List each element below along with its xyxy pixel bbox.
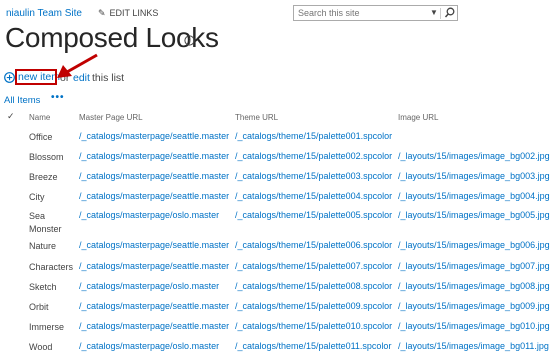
cell-master-page-url[interactable]: /_catalogs/masterpage/seattle.master (79, 131, 229, 141)
cell-theme-url[interactable]: /_catalogs/theme/15/palette002.spcolor (235, 151, 392, 161)
cell-master-page-url[interactable]: /_catalogs/masterpage/seattle.master (79, 191, 229, 201)
cell-image-url[interactable]: /_layouts/15/images/image_bg004.jpg (398, 191, 550, 201)
search-scope-dropdown-icon[interactable]: ▼ (430, 8, 438, 17)
plus-circle-icon[interactable] (4, 72, 15, 83)
view-all-items-tab[interactable]: All Items (4, 95, 40, 106)
cell-theme-url[interactable]: /_catalogs/theme/15/palette005.spcolor (235, 210, 392, 220)
cell-image-url[interactable]: /_layouts/15/images/image_bg006.jpg (398, 240, 550, 250)
cell-theme-url[interactable]: /_catalogs/theme/15/palette008.spcolor (235, 281, 392, 291)
cell-image-url[interactable]: /_layouts/15/images/image_bg005.jpg (398, 210, 550, 220)
cell-master-page-url[interactable]: /_catalogs/masterpage/seattle.master (79, 301, 229, 311)
edit-links-button[interactable]: ✎ EDIT LINKS (98, 8, 158, 19)
search-icon[interactable] (444, 6, 456, 20)
cell-image-url[interactable]: /_layouts/15/images/image_bg002.jpg (398, 151, 550, 161)
site-title-link[interactable]: niaulin Team Site (6, 8, 82, 19)
info-icon[interactable] (184, 35, 195, 46)
cell-master-page-url[interactable]: /_catalogs/masterpage/oslo.master (79, 210, 219, 220)
cell-name[interactable]: Breeze (29, 171, 79, 184)
column-header-theme-url[interactable]: Theme URL (235, 113, 278, 122)
cell-image-url[interactable]: /_layouts/15/images/image_bg010.jpg (398, 321, 550, 331)
cell-theme-url[interactable]: /_catalogs/theme/15/palette006.spcolor (235, 240, 392, 250)
cell-image-url[interactable]: /_layouts/15/images/image_bg007.jpg (398, 261, 550, 271)
cell-name[interactable]: Immerse (29, 321, 79, 334)
edit-links-label: EDIT LINKS (109, 8, 159, 18)
column-header-master-page-url[interactable]: Master Page URL (79, 113, 143, 122)
cell-name[interactable]: Office (29, 131, 79, 144)
cell-theme-url[interactable]: /_catalogs/theme/15/palette007.spcolor (235, 261, 392, 271)
cell-name[interactable]: Nature (29, 240, 79, 253)
cell-name[interactable]: City (29, 191, 79, 204)
cell-image-url[interactable]: /_layouts/15/images/image_bg003.jpg (398, 171, 550, 181)
new-item-highlight-box (15, 69, 57, 85)
cell-theme-url[interactable]: /_catalogs/theme/15/palette011.spcolor (235, 341, 391, 351)
cell-name[interactable]: Blossom (29, 151, 79, 164)
cell-image-url[interactable]: /_layouts/15/images/image_bg009.jpg (398, 301, 550, 311)
cell-theme-url[interactable]: /_catalogs/theme/15/palette009.spcolor (235, 301, 392, 311)
cell-theme-url[interactable]: /_catalogs/theme/15/palette004.spcolor (235, 191, 392, 201)
cell-name[interactable]: Sea Monster (29, 210, 79, 236)
pencil-icon: ✎ (98, 8, 106, 18)
column-header-image-url[interactable]: Image URL (398, 113, 438, 122)
cell-theme-url[interactable]: /_catalogs/theme/15/palette001.spcolor (235, 131, 392, 141)
cell-master-page-url[interactable]: /_catalogs/masterpage/oslo.master (79, 341, 219, 351)
search-separator (440, 8, 441, 19)
cell-theme-url[interactable]: /_catalogs/theme/15/palette010.spcolor (235, 321, 392, 331)
cell-theme-url[interactable]: /_catalogs/theme/15/palette003.spcolor (235, 171, 392, 181)
red-arrow-annotation (57, 53, 98, 78)
cell-master-page-url[interactable]: /_catalogs/masterpage/seattle.master (79, 151, 229, 161)
cell-image-url[interactable]: /_layouts/15/images/image_bg008.jpg (398, 281, 550, 291)
cell-name[interactable]: Characters (29, 261, 79, 274)
cell-master-page-url[interactable]: /_catalogs/masterpage/oslo.master (79, 281, 219, 291)
cell-master-page-url[interactable]: /_catalogs/masterpage/seattle.master (79, 321, 229, 331)
cell-image-url[interactable]: /_layouts/15/images/image_bg011.jpg (398, 341, 549, 351)
view-more-menu[interactable]: ••• (51, 92, 65, 103)
search-box[interactable]: ▼ (293, 5, 458, 21)
search-input[interactable] (294, 6, 426, 20)
column-header-name[interactable]: Name (29, 113, 50, 122)
cell-master-page-url[interactable]: /_catalogs/masterpage/seattle.master (79, 240, 229, 250)
cell-master-page-url[interactable]: /_catalogs/masterpage/seattle.master (79, 171, 229, 181)
cell-name[interactable]: Wood (29, 341, 79, 354)
select-all-checkmark-icon[interactable]: ✓ (7, 111, 15, 122)
cell-name[interactable]: Sketch (29, 281, 79, 294)
cell-name[interactable]: Orbit (29, 301, 79, 314)
cell-master-page-url[interactable]: /_catalogs/masterpage/seattle.master (79, 261, 229, 271)
